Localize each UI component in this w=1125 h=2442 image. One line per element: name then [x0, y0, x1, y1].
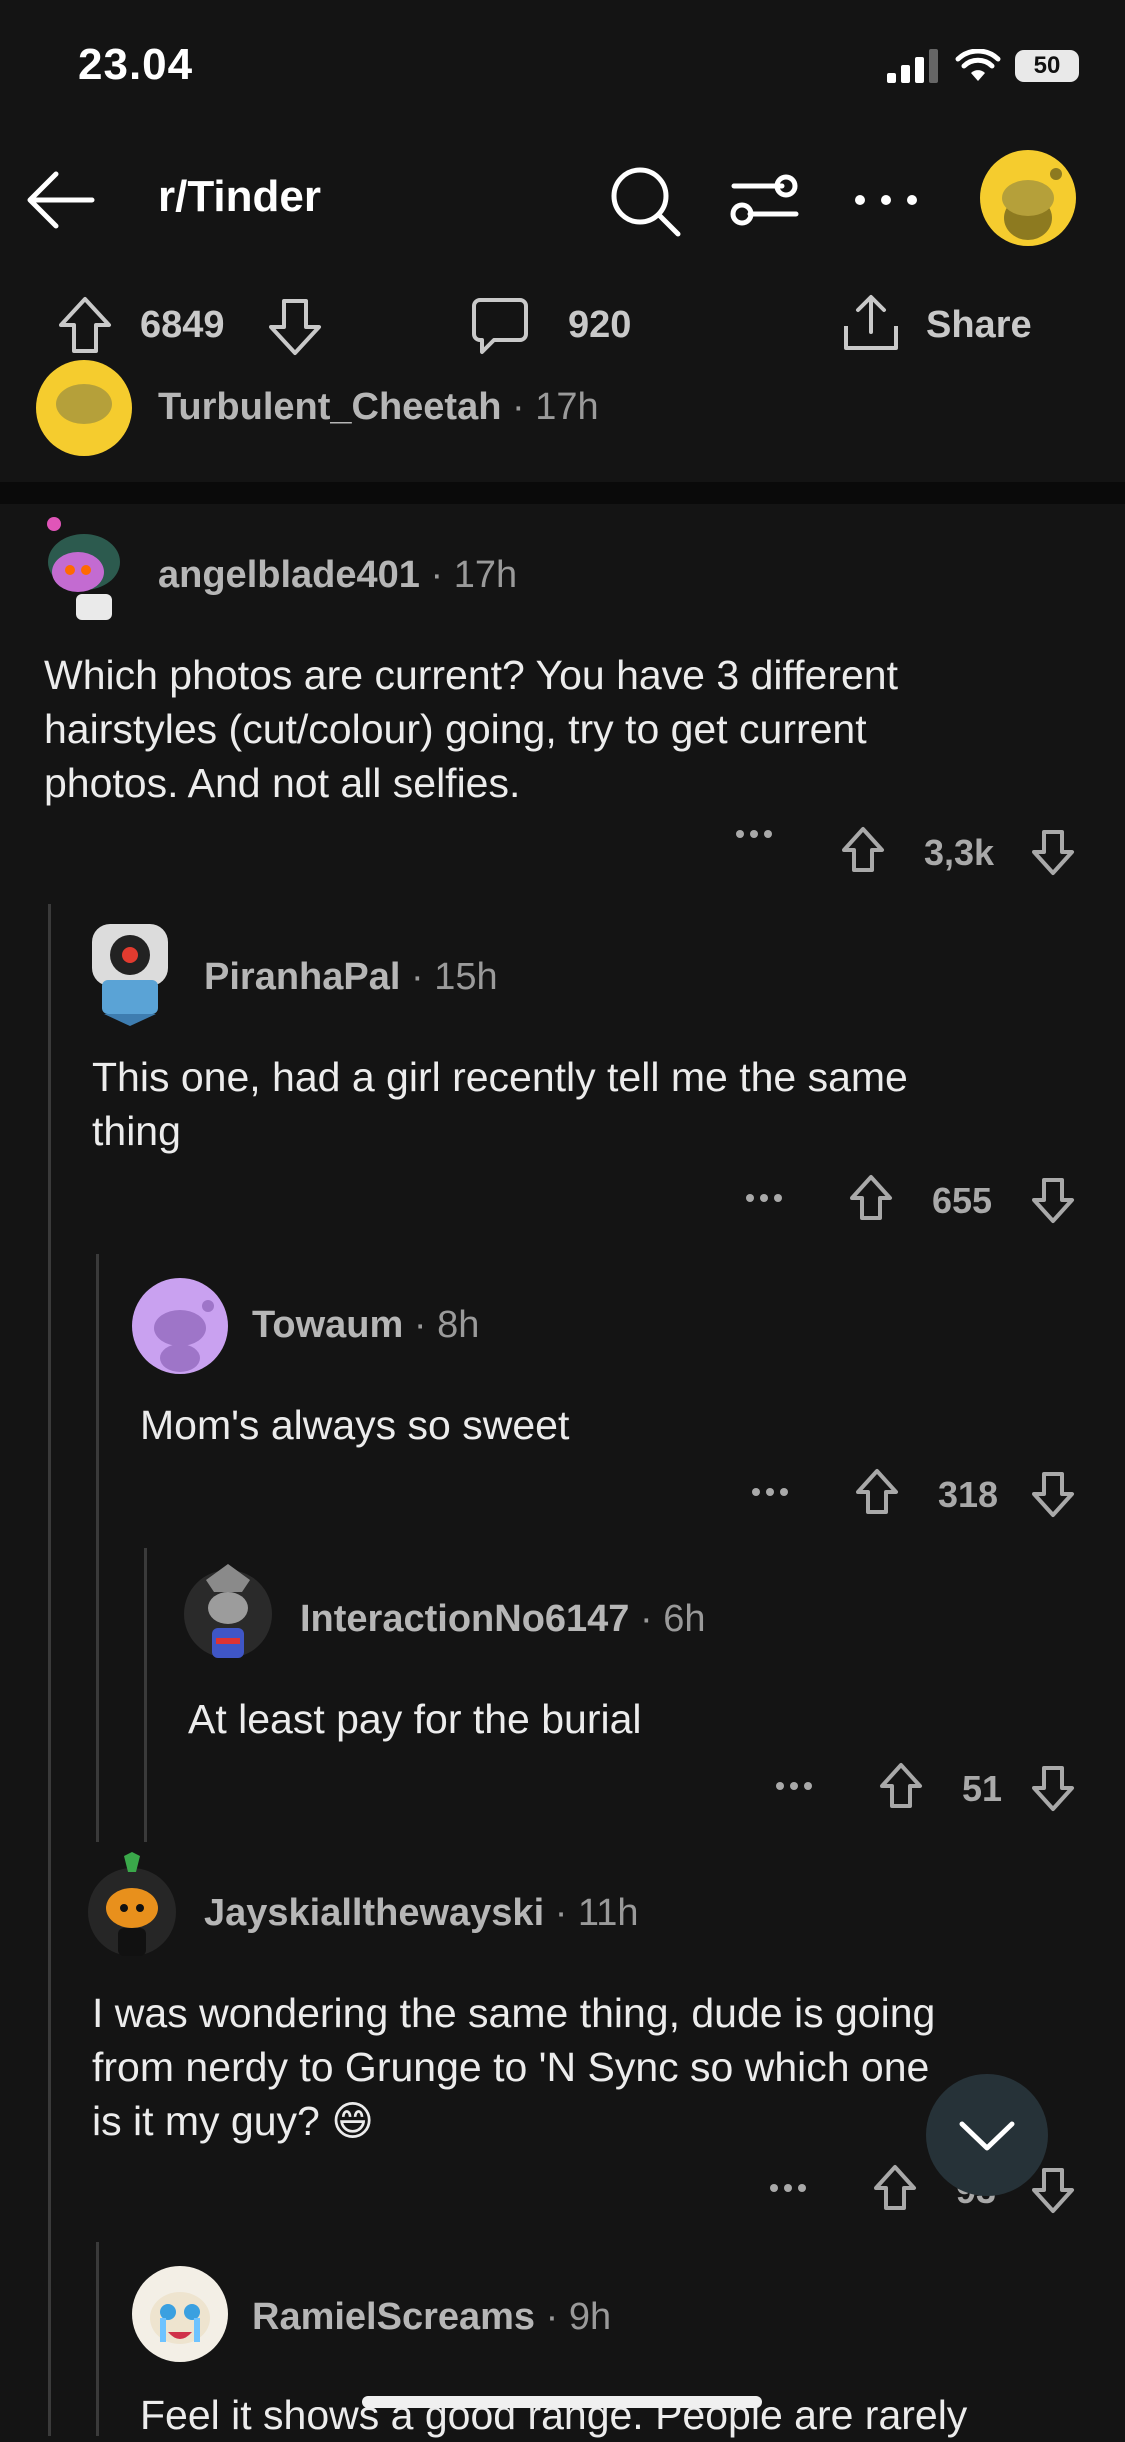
comment-age: 11h — [577, 1892, 639, 1934]
comment-age: 9h — [568, 2296, 612, 2338]
comment-score: 51 — [962, 1768, 1003, 1809]
comment-more-icon[interactable] — [734, 824, 774, 844]
downvote-icon[interactable] — [264, 296, 326, 358]
more-options-button[interactable] — [846, 160, 926, 240]
signal-icon — [887, 49, 938, 83]
comment-meta: Towaum · 8h — [252, 1304, 480, 1346]
section-divider — [0, 482, 1125, 504]
comment-username[interactable]: Towaum — [252, 1304, 403, 1346]
home-indicator[interactable] — [362, 2396, 762, 2408]
comment-score: 655 — [932, 1180, 993, 1221]
comment-meta: Jayskiallthewayski · 11h — [204, 1892, 639, 1934]
snoo-avatar-icon — [150, 2292, 210, 2344]
avatar[interactable] — [132, 1278, 228, 1374]
subreddit-title[interactable]: r/Tinder — [158, 172, 321, 222]
comment-username[interactable]: Turbulent_Cheetah — [158, 386, 501, 428]
comment-age: 6h — [663, 1598, 706, 1640]
filter-button[interactable] — [724, 160, 804, 240]
battery-icon: 50 — [1015, 50, 1079, 82]
comment-meta: angelblade401 · 17h — [158, 554, 518, 596]
comment-username[interactable]: InteractionNo6147 — [300, 1598, 629, 1640]
comment-age: 17h — [453, 554, 518, 596]
comment-more-icon[interactable] — [774, 1776, 814, 1796]
comment-username[interactable]: RamielScreams — [252, 2296, 535, 2338]
status-icons: 50 — [887, 46, 1079, 86]
downvote-icon[interactable] — [1030, 828, 1076, 876]
thread-line[interactable] — [48, 904, 51, 2436]
next-comment-button[interactable] — [926, 2074, 1048, 2196]
comment-meta: PiranhaPal · 15h — [204, 956, 498, 998]
comment-more-icon[interactable] — [744, 1188, 784, 1208]
comment-more-icon[interactable] — [768, 2178, 808, 2198]
share-label[interactable]: Share — [926, 304, 1032, 347]
wifi-icon — [955, 49, 1001, 81]
downvote-icon[interactable] — [1030, 1764, 1076, 1812]
post-vote-count: 6849 — [140, 304, 225, 346]
avatar[interactable] — [84, 1852, 180, 1962]
comment-age: 17h — [535, 386, 599, 428]
snoo-avatar-icon — [184, 1564, 272, 1658]
upvote-icon[interactable] — [840, 826, 886, 874]
comment-age: 15h — [434, 956, 498, 998]
snoo-avatar-icon — [88, 1852, 176, 1956]
snoo-avatar-icon — [56, 384, 112, 424]
comment-body: Which photos are current? You have 3 dif… — [44, 652, 898, 806]
thread-line[interactable] — [144, 1548, 147, 1842]
ellipsis-icon — [855, 195, 917, 205]
comment-age: 8h — [437, 1304, 480, 1346]
snoo-avatar-icon — [1002, 168, 1062, 240]
comment-meta: Turbulent_Cheetah · 17h — [158, 386, 599, 428]
upvote-icon[interactable] — [854, 1468, 900, 1516]
comment-username[interactable]: Jayskiallthewayski — [204, 1892, 544, 1934]
avatar[interactable] — [132, 2266, 228, 2362]
upvote-icon[interactable] — [872, 2164, 918, 2212]
comment-score: 318 — [938, 1474, 999, 1515]
comment-body: This one, had a girl recently tell me th… — [92, 1054, 908, 1154]
comment-username[interactable]: angelblade401 — [158, 554, 420, 596]
avatar[interactable] — [36, 514, 128, 624]
search-button[interactable] — [604, 160, 684, 240]
avatar[interactable] — [36, 360, 132, 456]
comment-meta: RamielScreams · 9h — [252, 2296, 612, 2338]
snoo-avatar-icon — [92, 924, 168, 1026]
upvote-icon[interactable] — [848, 1174, 894, 1222]
thread-line[interactable] — [96, 1254, 99, 1842]
upvote-icon[interactable] — [54, 294, 116, 356]
back-arrow-icon — [27, 171, 95, 229]
back-button[interactable] — [22, 160, 102, 240]
share-icon[interactable] — [840, 292, 902, 354]
user-avatar[interactable] — [980, 150, 1076, 246]
thread-line[interactable] — [96, 2242, 99, 2436]
comment-more-icon[interactable] — [750, 1482, 790, 1502]
comment-count: 920 — [568, 304, 632, 346]
chevron-down-icon — [959, 2121, 1015, 2151]
comment-body: Mom's always so sweet — [140, 1402, 570, 1448]
comment-meta: InteractionNo6147 · 6h — [300, 1598, 706, 1640]
sliders-icon — [730, 174, 799, 226]
search-icon — [611, 167, 681, 237]
snoo-avatar-icon — [47, 517, 120, 620]
comment-icon[interactable] — [470, 294, 530, 356]
comment-body: At least pay for the burial — [188, 1696, 642, 1742]
avatar[interactable] — [84, 910, 176, 1028]
comment-score: 3,3k — [924, 832, 995, 873]
upvote-icon[interactable] — [878, 1762, 924, 1810]
downvote-icon[interactable] — [1030, 1176, 1076, 1224]
comment-username[interactable]: PiranhaPal — [204, 956, 400, 998]
status-time: 23.04 — [78, 40, 194, 89]
snoo-avatar-icon — [154, 1300, 214, 1372]
downvote-icon[interactable] — [1030, 1470, 1076, 1518]
avatar[interactable] — [180, 1558, 276, 1668]
